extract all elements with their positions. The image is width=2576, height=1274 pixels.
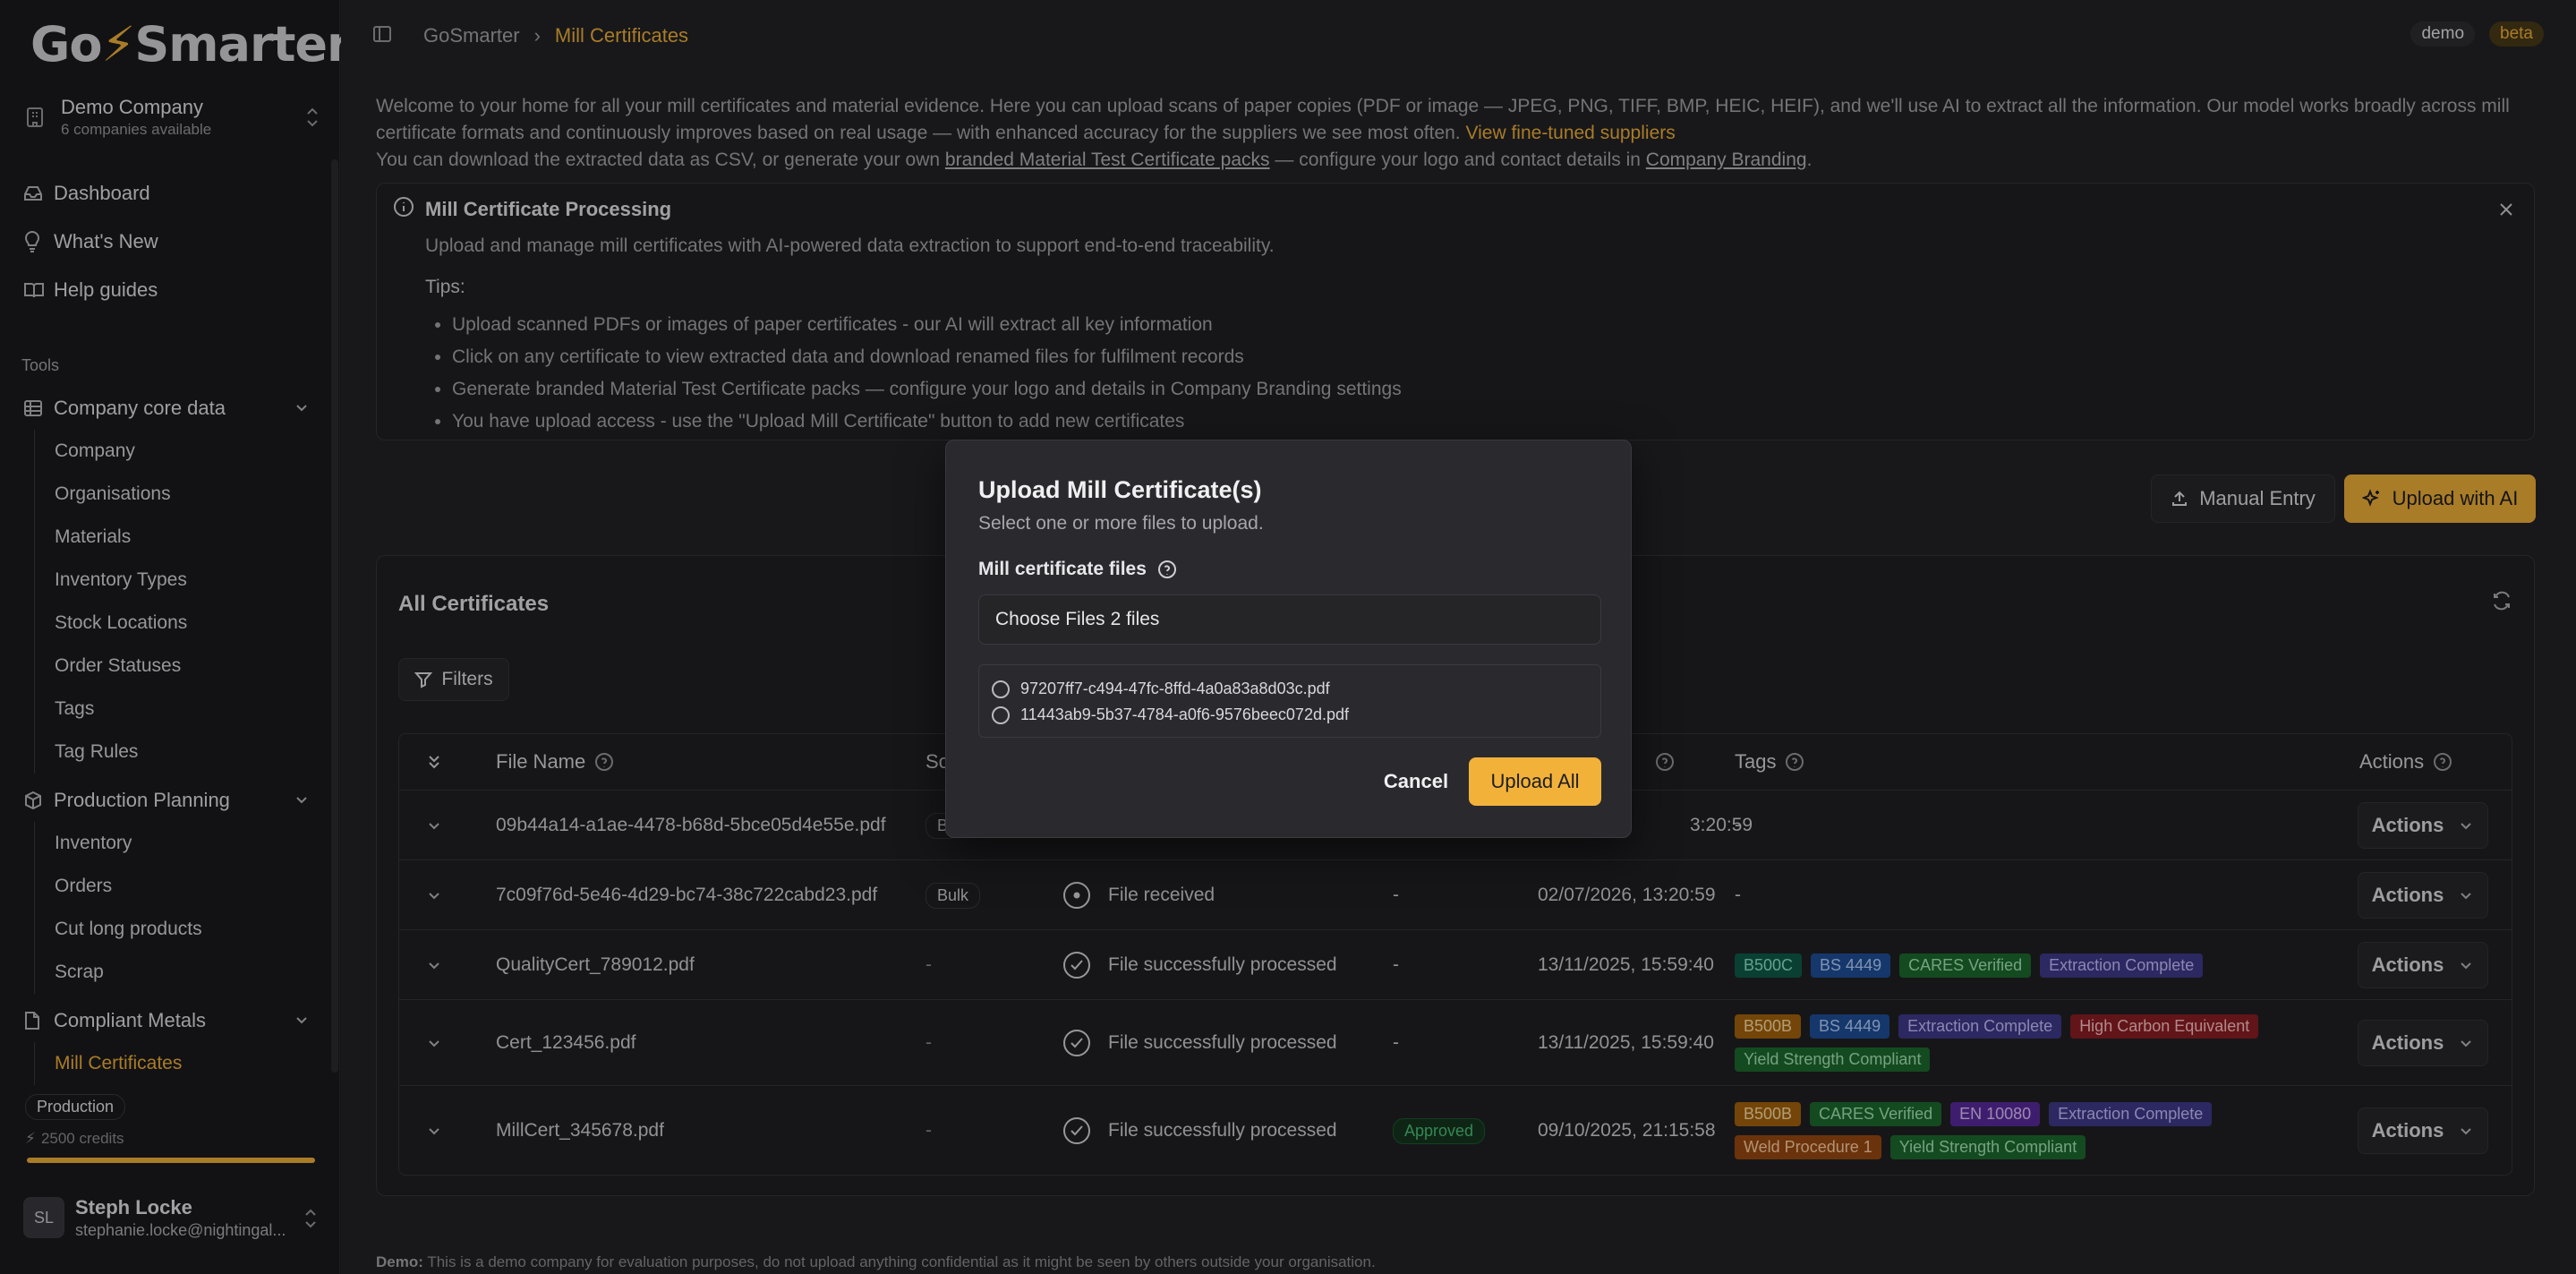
list-item[interactable]: 11443ab9-5b37-4784-a0f6-9576beec072d.pdf [992,702,1588,728]
modal-subtitle: Select one or more files to upload. [978,513,1264,534]
upload-modal: Upload Mill Certificate(s) Select one or… [945,440,1632,838]
selected-files-list: 97207ff7-c494-47fc-8ffd-4a0a83a8d03c.pdf… [978,664,1601,738]
files-field-label: Mill certificate files [978,559,1177,580]
file-radio[interactable] [992,705,1010,724]
modal-title: Upload Mill Certificate(s) [978,476,1262,503]
file-radio[interactable] [992,680,1010,698]
upload-all-button[interactable]: Upload All [1469,757,1601,806]
list-item[interactable]: 97207ff7-c494-47fc-8ffd-4a0a83a8d03c.pdf [992,676,1588,702]
help-circle-icon[interactable] [1157,560,1177,579]
cancel-button[interactable]: Cancel [1367,757,1465,806]
file-input[interactable]: Choose Files 2 files [978,594,1601,645]
choose-files-button[interactable]: Choose Files [995,609,1105,630]
chosen-files-count: 2 files [1110,609,1160,629]
